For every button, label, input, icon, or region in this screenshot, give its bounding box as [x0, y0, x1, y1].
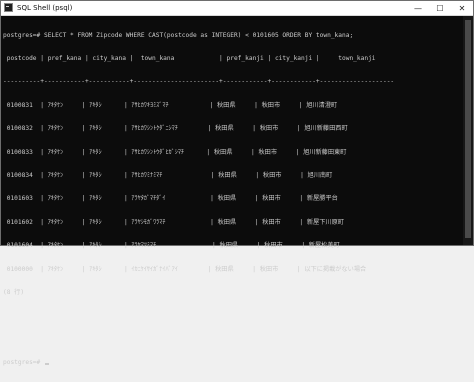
maximize-button[interactable]: ☐ — [429, 1, 451, 15]
scrollbar-thumb[interactable] — [465, 20, 471, 238]
prompt-text: postgres=# — [3, 359, 44, 367]
sql-command-line: postgres=# SELECT * FROM Zipcode WHERE C… — [3, 31, 354, 39]
result-row: 0101604 | ｱｷﾀｹﾝ | ｱｷﾀｼ | ｱﾗﾔﾏﾂﾐﾏﾁ | 秋田県 … — [3, 242, 340, 250]
sql-shell-window: SQL Shell (psql) — ☐ ✕ postgres=# SELECT… — [0, 0, 474, 366]
result-row: 0100000 | ｱｷﾀｹﾝ | ｱｷﾀｼ | ｲｶﾆｹｲｻｲｶﾞﾅｲﾊﾞｱｲ… — [3, 265, 367, 273]
minimize-button[interactable]: — — [407, 1, 429, 15]
text-cursor — [44, 363, 49, 366]
result-row: 0100832 | ｱｷﾀｹﾝ | ｱｷﾀｼ | ｱｻﾋｶﾜｼﾝﾄｸﾀﾞﾆｼﾏﾁ… — [3, 125, 348, 133]
result-row: 0101603 | ｱｷﾀｹﾝ | ｱｷﾀｼ | ｱﾗﾔﾀｶﾞﾏﾁﾀﾞｲ | 秋… — [3, 195, 338, 203]
row-count: (8 行) — [3, 288, 25, 296]
window-title: SQL Shell (psql) — [17, 4, 73, 12]
result-row: 0100834 | ｱｷﾀｹﾝ | ｱｷﾀｼ | ｱｻﾋｶﾜﾐﾅﾐﾏﾁ | 秋田… — [3, 171, 333, 179]
vertical-scrollbar[interactable] — [463, 16, 473, 245]
result-header-row: postcode | pref_kana | city_kana | town_… — [3, 54, 376, 62]
terminal-output[interactable]: postgres=# SELECT * FROM Zipcode WHERE C… — [3, 16, 463, 366]
title-bar[interactable]: SQL Shell (psql) — ☐ ✕ — [1, 1, 473, 16]
result-row: 0101602 | ｱｷﾀｹﾝ | ｱｷﾀｼ | ｱﾗﾔｼﾓｶﾞﾜﾗﾏﾁ | 秋… — [3, 218, 345, 226]
result-separator: ----------+-----------+-----------+-----… — [3, 78, 395, 86]
result-row: 0100831 | ｱｷﾀｹﾝ | ｱｷﾀｼ | ｱｻﾋｶﾜｷﾖﾐｽﾞﾏﾁ | … — [3, 101, 338, 109]
result-row: 0100833 | ｱｷﾀｹﾝ | ｱｷﾀｼ | ｱｻﾋｶﾜｼﾝﾄｳﾀﾞﾋｶﾞｼ… — [3, 148, 347, 156]
close-button[interactable]: ✕ — [451, 1, 473, 15]
terminal-icon — [4, 3, 13, 12]
prompt-line[interactable]: postgres=# — [3, 359, 463, 367]
